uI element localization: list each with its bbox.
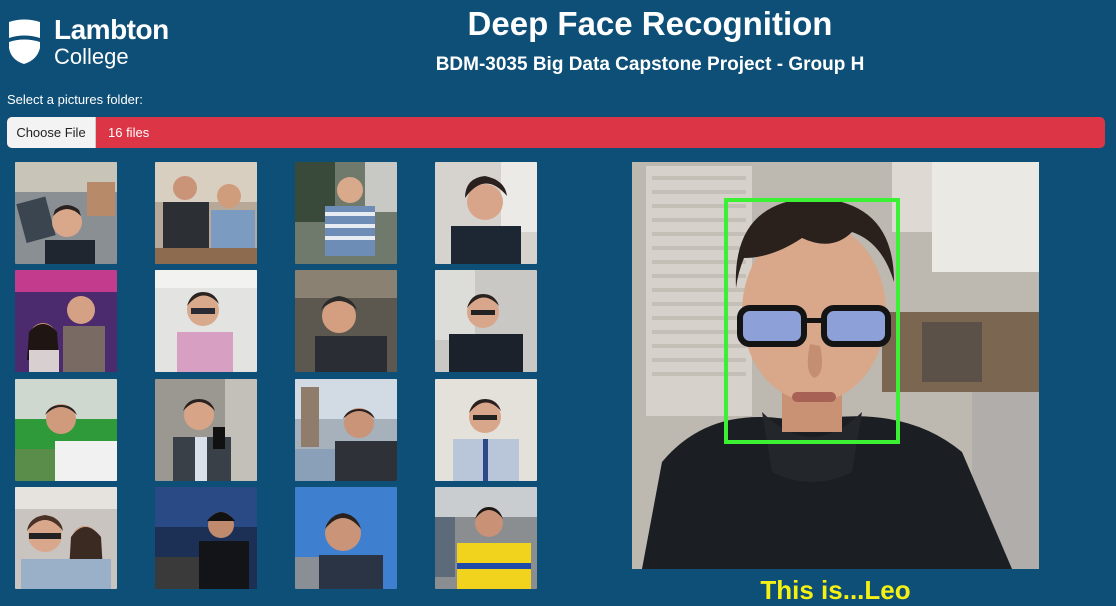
- page-subtitle: BDM-3035 Big Data Capstone Project - Gro…: [435, 54, 865, 75]
- gallery-thumbnail[interactable]: [435, 270, 537, 372]
- gallery-thumbnail[interactable]: [15, 487, 117, 589]
- choose-file-button[interactable]: Choose File: [7, 117, 96, 148]
- gallery-thumbnail[interactable]: [295, 487, 397, 589]
- gallery-thumbnail[interactable]: [155, 379, 257, 481]
- gallery-thumbnail[interactable]: [155, 487, 257, 589]
- gallery-thumbnail[interactable]: [295, 379, 397, 481]
- college-logo: Lambton College: [7, 14, 182, 69]
- brand-subtitle: College: [54, 44, 129, 69]
- gallery-thumbnail[interactable]: [435, 487, 537, 589]
- gallery-thumbnail[interactable]: [435, 379, 537, 481]
- photo-gallery: [15, 162, 537, 589]
- gallery-thumbnail[interactable]: [155, 162, 257, 264]
- page-title: Deep Face Recognition: [467, 5, 833, 42]
- folder-file-input[interactable]: Choose File 16 files: [7, 117, 1105, 148]
- gallery-thumbnail[interactable]: [155, 270, 257, 372]
- gallery-thumbnail[interactable]: [295, 270, 397, 372]
- gallery-thumbnail[interactable]: [15, 162, 117, 264]
- file-count-text: 16 files: [108, 125, 150, 140]
- gallery-thumbnail[interactable]: [435, 162, 537, 264]
- gallery-thumbnail[interactable]: [15, 379, 117, 481]
- recognition-photo: [632, 162, 1039, 569]
- gallery-thumbnail[interactable]: [295, 162, 397, 264]
- folder-picker-label: Select a pictures folder:: [7, 92, 143, 107]
- face-detection-box: [724, 198, 900, 444]
- gallery-thumbnail[interactable]: [15, 270, 117, 372]
- shield-logo-icon: [9, 19, 40, 64]
- recognition-result-text: This is...Leo: [760, 575, 911, 605]
- brand-name: Lambton: [54, 14, 169, 45]
